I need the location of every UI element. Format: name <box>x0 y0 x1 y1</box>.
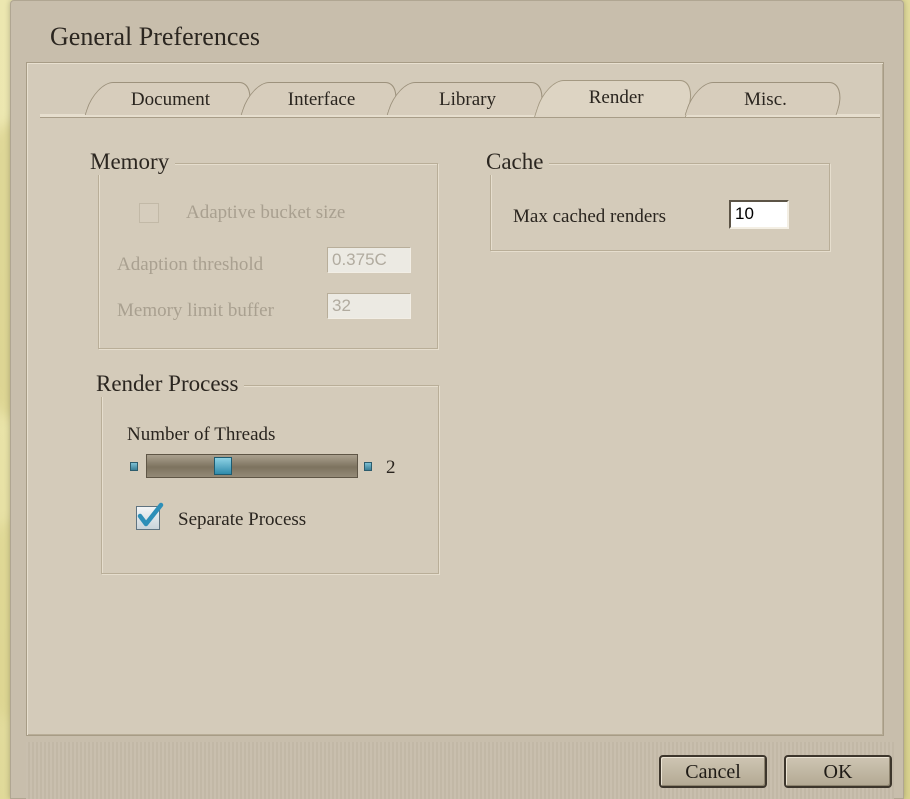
adaption-threshold-field[interactable]: 0.375C <box>327 247 411 273</box>
threads-slider-thumb[interactable] <box>214 457 232 475</box>
slider-min-marker <box>130 462 138 471</box>
tab-misc[interactable]: Misc. <box>684 82 848 115</box>
tab-render[interactable]: Render <box>533 80 699 117</box>
cache-group-title: Cache <box>480 149 550 175</box>
threads-slider[interactable] <box>146 454 358 478</box>
adaptive-bucket-label: Adaptive bucket size <box>186 202 346 223</box>
tab-library[interactable]: Library <box>386 82 550 115</box>
memory-limit-buffer-field[interactable]: 32 <box>327 293 411 319</box>
tab-document[interactable]: Document <box>84 82 258 115</box>
render-process-group <box>101 385 439 574</box>
threads-label: Number of Threads <box>127 424 276 445</box>
adaption-threshold-label: Adaption threshold <box>117 254 264 275</box>
checkmark-icon <box>137 502 164 527</box>
memory-group-title: Memory <box>84 149 176 175</box>
ok-button[interactable]: OK <box>784 755 892 788</box>
max-cached-renders-label: Max cached renders <box>513 206 666 227</box>
max-cached-renders-field[interactable]: 10 <box>729 200 789 229</box>
separate-process-checkbox[interactable] <box>136 502 164 530</box>
threads-value: 2 <box>386 457 396 478</box>
adaptive-bucket-checkbox[interactable] <box>139 203 159 223</box>
memory-limit-buffer-label: Memory limit buffer <box>117 300 274 321</box>
render-process-group-title: Render Process <box>90 371 245 397</box>
dialog-title: General Preferences <box>50 22 261 51</box>
separate-process-label: Separate Process <box>178 509 307 530</box>
cancel-button[interactable]: Cancel <box>659 755 767 788</box>
slider-max-marker <box>364 462 372 471</box>
tab-interface[interactable]: Interface <box>240 82 404 115</box>
